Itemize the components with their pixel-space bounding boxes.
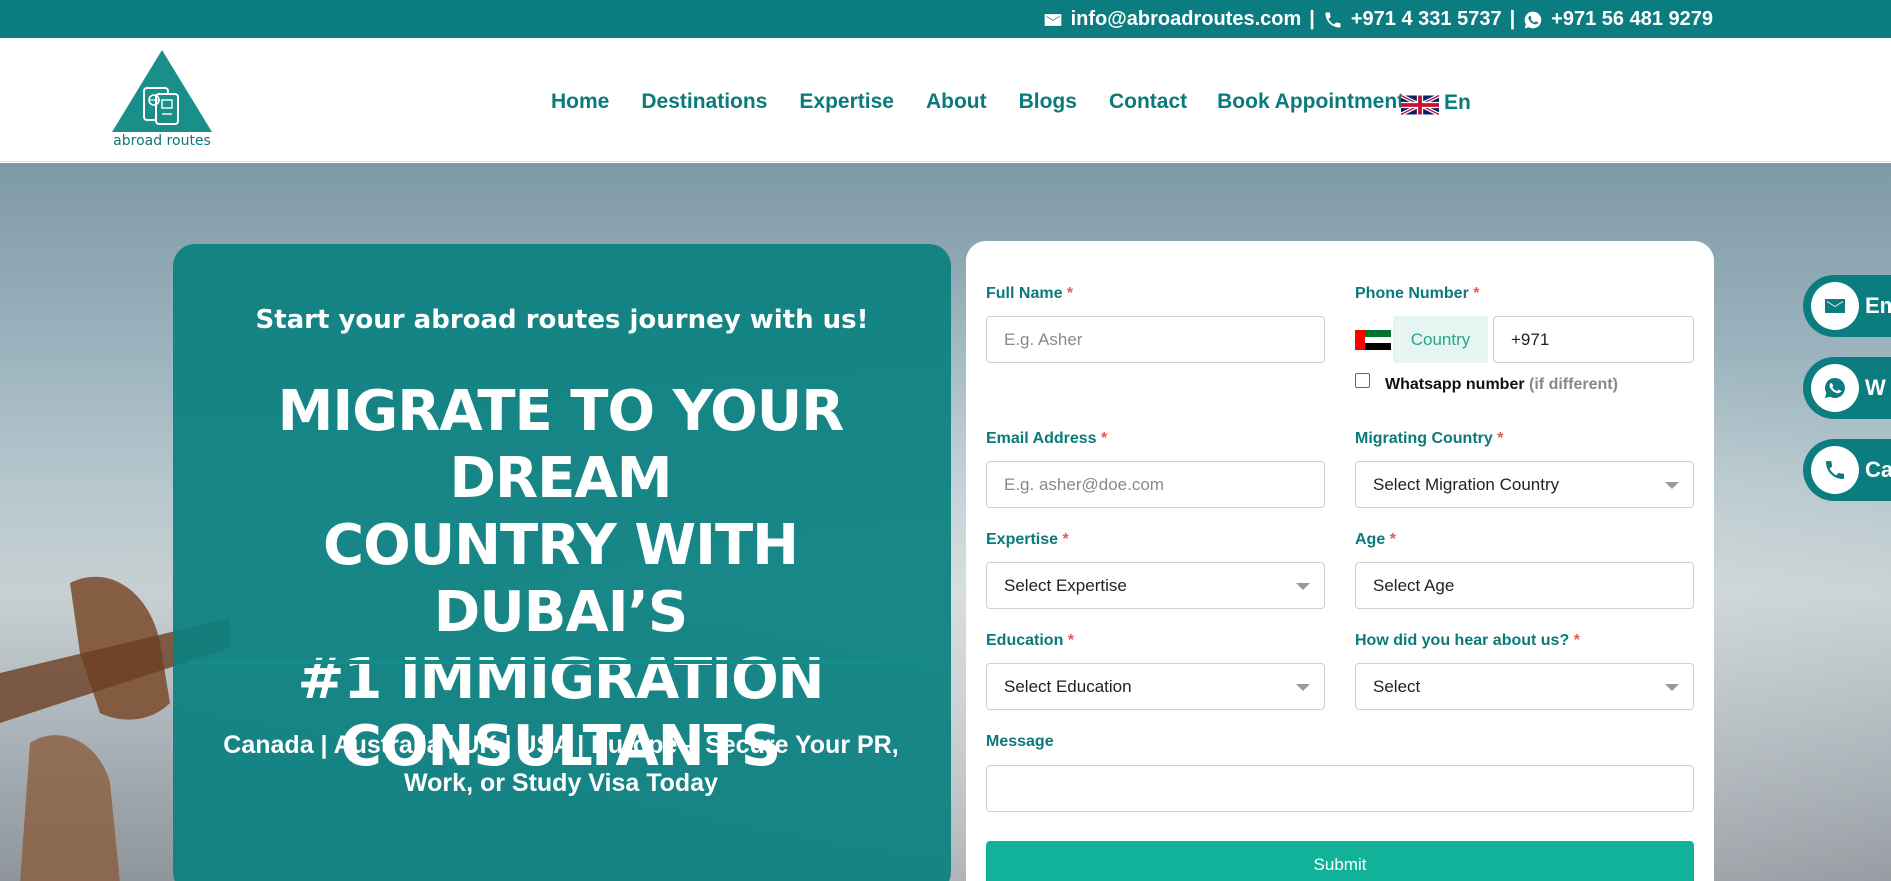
dropdown-caret-icon — [1665, 684, 1679, 691]
phone-number-label: Phone Number * — [1355, 285, 1480, 302]
email-icon — [1811, 282, 1859, 330]
topbar-phone-link[interactable]: +971 4 331 5737 — [1351, 8, 1502, 31]
referral-source-value: Select — [1373, 676, 1421, 696]
nav-about[interactable]: About — [926, 90, 987, 114]
phone-number-input[interactable]: +971 — [1493, 316, 1694, 363]
whatsapp-icon — [1523, 10, 1543, 30]
floating-email-label: Em — [1865, 293, 1891, 318]
email-label: Email Address * — [986, 430, 1108, 447]
hero-subheading: Start your abroad routes journey with us… — [255, 305, 869, 335]
nav-menu: Home Destinations Expertise About Blogs … — [551, 90, 1404, 114]
phone-icon — [1811, 446, 1859, 494]
nav-home[interactable]: Home — [551, 90, 609, 114]
nav-expertise[interactable]: Expertise — [799, 90, 894, 114]
floating-call-label: Ca — [1865, 457, 1891, 482]
nav-destinations[interactable]: Destinations — [641, 90, 767, 114]
country-code-button[interactable]: Country — [1393, 316, 1488, 363]
hero-tagline: Canada | Australia | UK | USA | Europe –… — [200, 726, 922, 802]
nav-contact[interactable]: Contact — [1109, 90, 1187, 114]
hero-heading-line: MIGRATE TO YOUR DREAM — [277, 379, 845, 511]
language-selector[interactable]: En — [1444, 91, 1471, 115]
nav-blogs[interactable]: Blogs — [1019, 90, 1077, 114]
top-contact-bar: info@abroadroutes.com | +971 4 331 5737 … — [0, 0, 1891, 38]
expertise-select[interactable]: Select Expertise — [986, 562, 1325, 609]
age-label: Age * — [1355, 531, 1396, 548]
referral-source-select[interactable]: Select — [1355, 663, 1694, 710]
floating-whatsapp-label: W — [1865, 375, 1886, 400]
age-value: Select Age — [1373, 575, 1455, 595]
floating-whatsapp-button[interactable]: W — [1803, 357, 1891, 419]
expertise-value: Select Expertise — [1004, 575, 1127, 595]
topbar-whatsapp-link[interactable]: +971 56 481 9279 — [1551, 8, 1713, 31]
floating-call-button[interactable]: Ca — [1803, 439, 1891, 501]
topbar-separator: | — [1309, 8, 1315, 30]
nav-book-appointment[interactable]: Book Appointment — [1217, 90, 1404, 114]
floating-email-button[interactable]: Em — [1803, 275, 1891, 337]
education-label: Education * — [986, 632, 1075, 649]
whatsapp-icon — [1811, 364, 1859, 412]
logo-text: abroad routes — [113, 133, 211, 149]
dropdown-caret-icon — [1665, 482, 1679, 489]
email-icon — [1043, 10, 1063, 30]
message-label: Message — [986, 733, 1054, 750]
full-name-label: Full Name * — [986, 285, 1074, 302]
uk-flag-icon[interactable] — [1401, 94, 1439, 116]
topbar-separator: | — [1509, 8, 1516, 30]
dropdown-caret-icon — [1296, 583, 1310, 590]
message-input[interactable] — [986, 765, 1694, 812]
hero-tagline-line: Work, or Study Visa Today — [404, 769, 718, 797]
topbar-email-link[interactable]: info@abroadroutes.com — [1071, 8, 1302, 31]
email-input[interactable]: E.g. asher@doe.com — [986, 461, 1325, 508]
uae-flag-icon — [1355, 330, 1391, 350]
education-value: Select Education — [1004, 676, 1132, 696]
age-select[interactable]: Select Age — [1355, 562, 1694, 609]
submit-button[interactable]: Submit — [986, 841, 1694, 881]
referral-source-label: How did you hear about us? * — [1355, 632, 1580, 649]
hero-heading-line: COUNTRY WITH DUBAI’S — [322, 513, 799, 645]
hero-heading-line: #1 IMMIGRATION — [297, 647, 824, 712]
hero-tagline-line: Canada | Australia | UK | USA | Europe –… — [223, 731, 899, 759]
dropdown-caret-icon — [1296, 684, 1310, 691]
education-select[interactable]: Select Education — [986, 663, 1325, 710]
phone-icon — [1323, 10, 1343, 30]
whatsapp-checkbox[interactable] — [1355, 373, 1370, 388]
whatsapp-label: Whatsapp number (if different) — [1385, 376, 1618, 393]
migrating-country-label: Migrating Country * — [1355, 430, 1504, 447]
hero-divider — [190, 660, 936, 664]
full-name-input[interactable]: E.g. Asher — [986, 316, 1325, 363]
migrating-country-select[interactable]: Select Migration Country — [1355, 461, 1694, 508]
hero-heading: MIGRATE TO YOUR DREAM COUNTRY WITH DUBAI… — [188, 378, 933, 780]
migrating-country-value: Select Migration Country — [1373, 474, 1560, 494]
expertise-label: Expertise * — [986, 531, 1069, 548]
